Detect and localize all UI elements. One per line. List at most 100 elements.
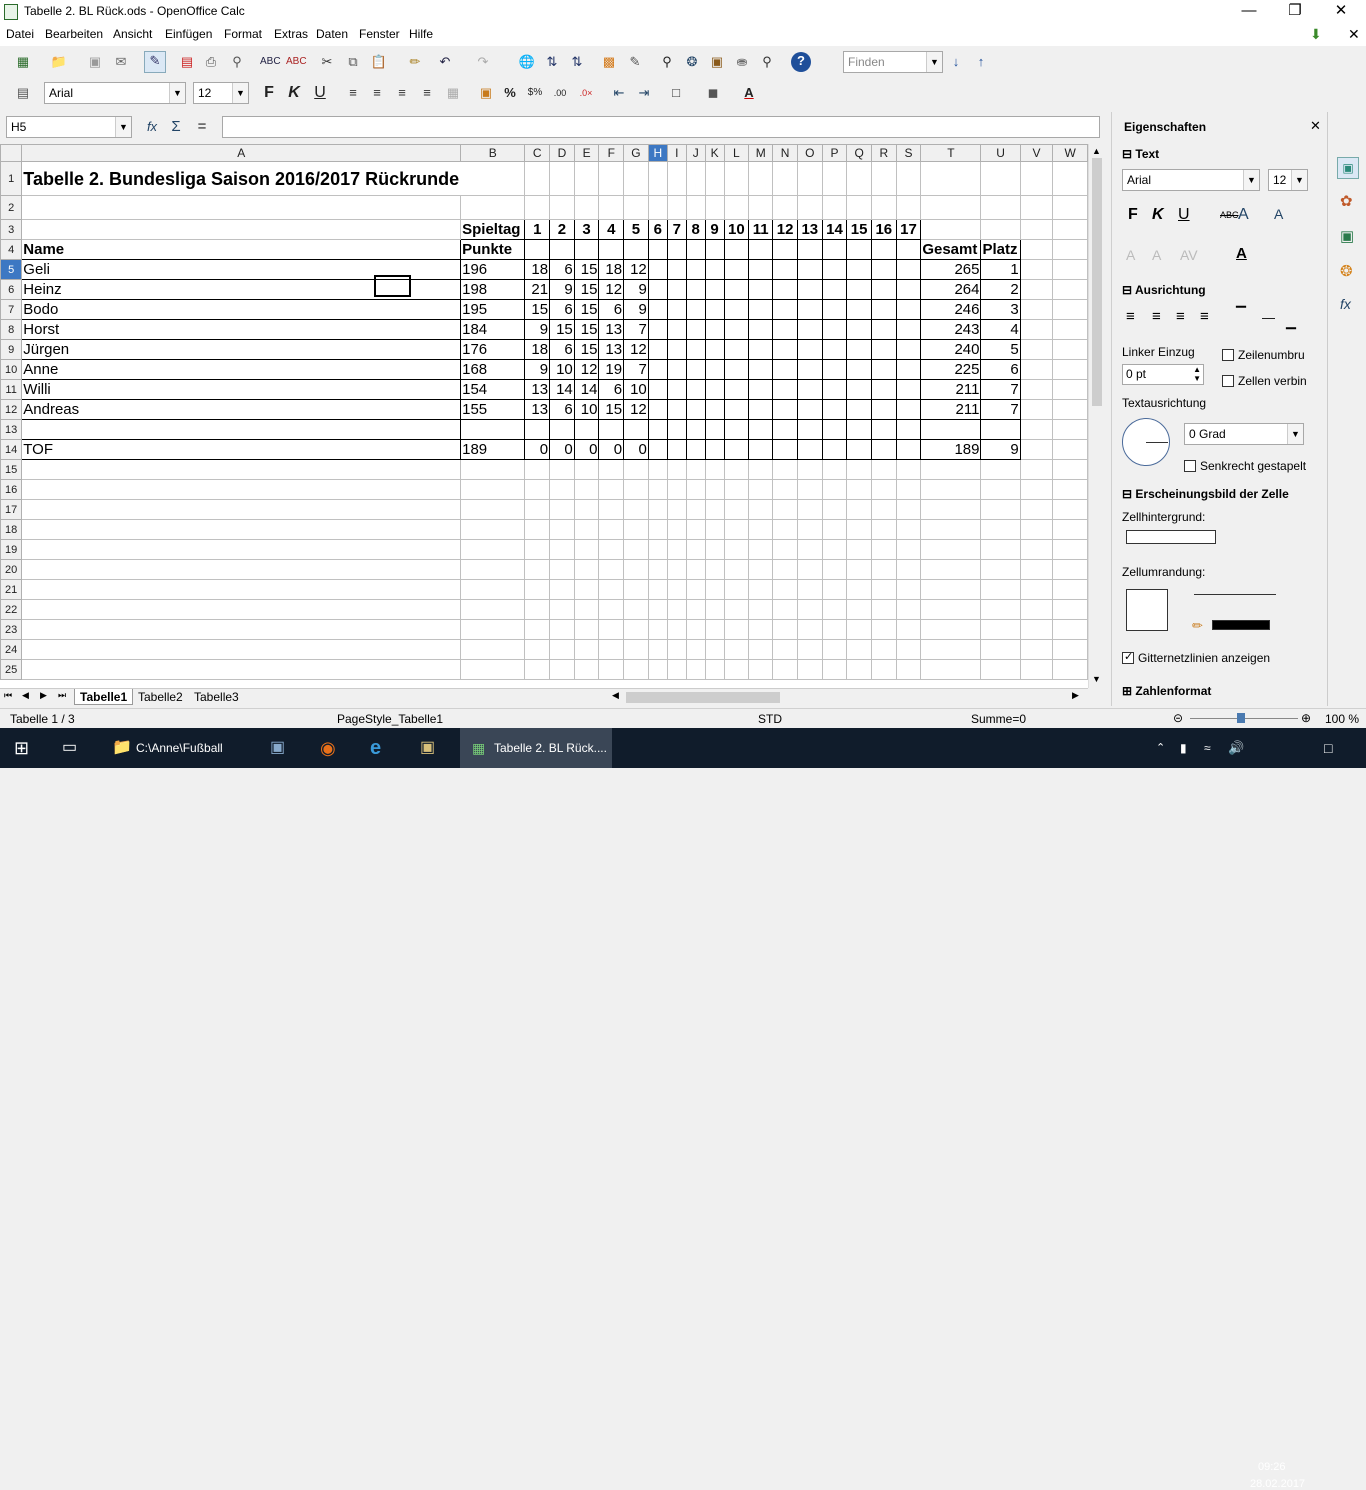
cell-e[interactable]: 15 bbox=[573, 319, 600, 340]
cell[interactable] bbox=[821, 619, 848, 640]
sidebar-grow-font-icon[interactable]: A bbox=[1274, 206, 1283, 222]
cell[interactable] bbox=[573, 619, 600, 640]
cell-c[interactable]: 21 bbox=[524, 279, 551, 300]
undo-icon[interactable]: ↶ bbox=[436, 53, 454, 71]
section-ausrichtung-title[interactable]: ⊟ Ausrichtung bbox=[1122, 283, 1206, 297]
cell[interactable] bbox=[598, 539, 625, 560]
justify-icon[interactable]: ≡ bbox=[418, 84, 436, 102]
cell[interactable] bbox=[685, 299, 706, 320]
cell[interactable] bbox=[685, 559, 706, 580]
cell[interactable] bbox=[598, 659, 625, 680]
cell[interactable] bbox=[748, 439, 774, 460]
cell[interactable] bbox=[821, 161, 848, 196]
cell[interactable] bbox=[846, 161, 872, 196]
cell[interactable] bbox=[723, 519, 750, 540]
cell[interactable] bbox=[821, 479, 848, 500]
cell[interactable] bbox=[870, 519, 897, 540]
row-header-22[interactable]: 22 bbox=[0, 599, 23, 620]
cell[interactable] bbox=[623, 459, 649, 480]
cell[interactable] bbox=[772, 299, 798, 320]
row-header-20[interactable]: 20 bbox=[0, 559, 23, 580]
bold-icon[interactable]: F bbox=[260, 84, 278, 102]
cell[interactable] bbox=[895, 599, 922, 620]
cell-f[interactable]: 6 bbox=[598, 299, 625, 320]
cell[interactable] bbox=[846, 319, 872, 340]
cell[interactable] bbox=[704, 459, 725, 480]
properties-deck-icon[interactable]: ▣ bbox=[1337, 157, 1359, 179]
cell[interactable] bbox=[460, 519, 526, 540]
cell[interactable] bbox=[623, 619, 649, 640]
cell[interactable] bbox=[821, 359, 848, 380]
delete-decimal-icon[interactable]: .0× bbox=[577, 84, 595, 102]
percent-format-icon[interactable]: % bbox=[501, 84, 519, 102]
cell[interactable] bbox=[821, 439, 848, 460]
cell[interactable] bbox=[821, 299, 848, 320]
tab-tabelle2[interactable]: Tabelle2 bbox=[134, 689, 187, 705]
cell[interactable] bbox=[821, 659, 848, 680]
cell[interactable] bbox=[748, 239, 774, 260]
file-manager-icon[interactable]: ▣ bbox=[420, 728, 448, 768]
cell[interactable] bbox=[21, 499, 462, 520]
row-header-16[interactable]: 16 bbox=[0, 479, 23, 500]
cell[interactable] bbox=[870, 161, 897, 196]
cell[interactable] bbox=[598, 195, 625, 220]
cell[interactable] bbox=[723, 359, 750, 380]
cell[interactable] bbox=[895, 195, 922, 220]
cell-d[interactable]: 15 bbox=[549, 319, 575, 340]
sidebar-align-center-icon[interactable]: ≡ bbox=[1152, 308, 1161, 325]
cell[interactable] bbox=[573, 639, 600, 660]
cell[interactable] bbox=[846, 559, 872, 580]
cell[interactable] bbox=[748, 319, 774, 340]
cell[interactable] bbox=[796, 539, 823, 560]
cell[interactable] bbox=[460, 539, 526, 560]
cell-e[interactable]: 0 bbox=[573, 439, 600, 460]
copy-icon[interactable]: ⧉ bbox=[344, 53, 362, 71]
cell[interactable] bbox=[1019, 639, 1054, 660]
cell[interactable] bbox=[772, 259, 798, 280]
spieltag-7[interactable]: 7 bbox=[666, 219, 687, 240]
cell[interactable] bbox=[870, 439, 897, 460]
align-left-icon[interactable]: ≡ bbox=[344, 84, 362, 102]
column-header-h[interactable]: H bbox=[647, 144, 668, 162]
row-header-15[interactable]: 15 bbox=[0, 459, 23, 480]
cell-name[interactable]: Jürgen bbox=[21, 339, 462, 360]
cell[interactable] bbox=[549, 419, 575, 440]
cell-d[interactable]: 10 bbox=[549, 359, 575, 380]
datasources-icon[interactable]: ⛂ bbox=[733, 53, 751, 71]
cell[interactable] bbox=[21, 619, 462, 640]
cell[interactable] bbox=[1019, 659, 1054, 680]
cell[interactable] bbox=[870, 419, 897, 440]
navigator-icon[interactable]: ❂ bbox=[683, 53, 701, 71]
clone-format-icon[interactable]: ✏ bbox=[406, 53, 424, 71]
cell-c[interactable]: 15 bbox=[524, 299, 551, 320]
chevron-down-icon[interactable]: ▼ bbox=[1291, 170, 1307, 190]
cell-gesamt[interactable]: 225 bbox=[920, 359, 982, 380]
cell[interactable] bbox=[524, 419, 551, 440]
cell[interactable] bbox=[895, 559, 922, 580]
row-header-23[interactable]: 23 bbox=[0, 619, 23, 640]
menu-format[interactable]: Format bbox=[224, 27, 262, 41]
sidebar-align-right-icon[interactable]: ≡ bbox=[1176, 308, 1185, 325]
save-icon[interactable]: ▣ bbox=[86, 53, 104, 71]
cell[interactable] bbox=[573, 539, 600, 560]
cell-platz[interactable]: 4 bbox=[980, 319, 1021, 340]
cell[interactable] bbox=[1019, 339, 1054, 360]
cell-gesamt[interactable]: 240 bbox=[920, 339, 982, 360]
cell-d[interactable]: 6 bbox=[549, 299, 575, 320]
cell[interactable] bbox=[685, 279, 706, 300]
cell[interactable] bbox=[647, 619, 668, 640]
cell[interactable] bbox=[796, 639, 823, 660]
cell-g[interactable]: 7 bbox=[623, 359, 649, 380]
sidebar-underline-icon[interactable]: U bbox=[1178, 206, 1190, 224]
cell[interactable] bbox=[723, 559, 750, 580]
zoom-thumb[interactable] bbox=[1237, 713, 1245, 723]
cell[interactable] bbox=[685, 259, 706, 280]
cell[interactable] bbox=[772, 419, 798, 440]
cell[interactable] bbox=[821, 499, 848, 520]
cell[interactable] bbox=[623, 499, 649, 520]
cell[interactable] bbox=[549, 579, 575, 600]
spieltag-12[interactable]: 12 bbox=[772, 219, 798, 240]
cell[interactable] bbox=[723, 259, 750, 280]
cell-e[interactable]: 12 bbox=[573, 359, 600, 380]
cell[interactable] bbox=[704, 559, 725, 580]
